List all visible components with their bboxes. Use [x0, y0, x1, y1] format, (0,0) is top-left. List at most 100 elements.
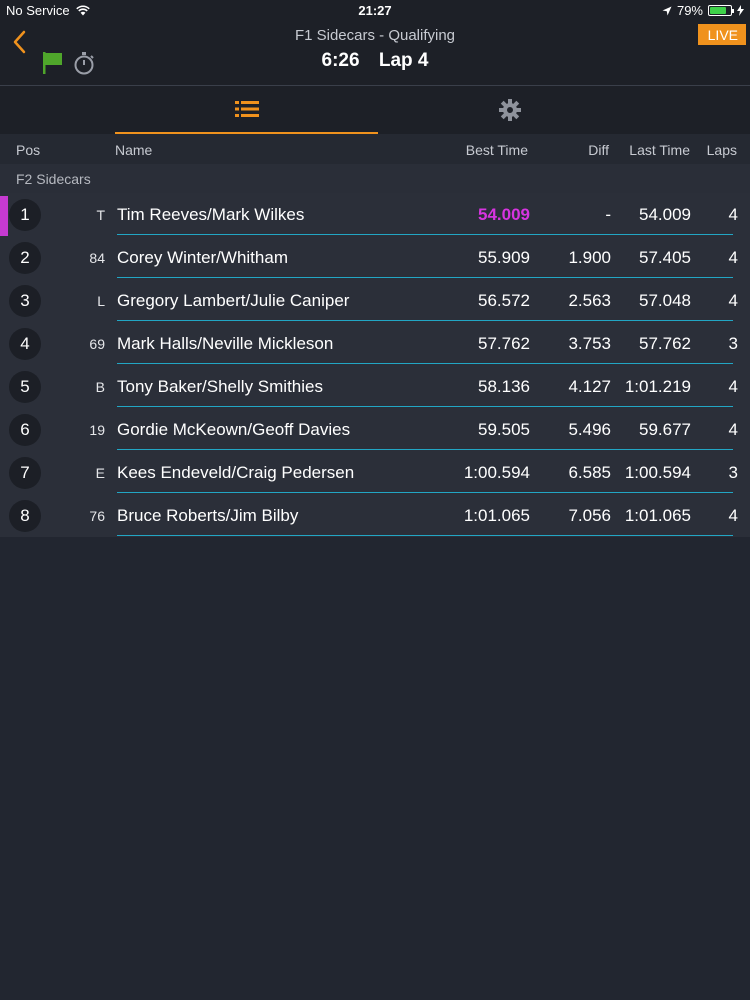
best-time: 56.572 — [478, 291, 530, 310]
race-number: 69 — [89, 336, 105, 352]
row-divider — [117, 277, 733, 278]
lap-count: 4 — [728, 506, 738, 525]
results-list: 1 T Tim Reeves/Mark Wilkes 54.009 - 54.0… — [0, 193, 750, 537]
lap-count: 3 — [728, 334, 738, 353]
driver-name: Tony Baker/Shelly Smithies — [117, 377, 323, 396]
lap-count: 4 — [728, 291, 738, 310]
position-badge: 8 — [9, 500, 41, 532]
col-pos[interactable]: Pos — [16, 142, 40, 158]
lap-count: 3 — [728, 463, 738, 482]
driver-name: Gordie McKeown/Geoff Davies — [117, 420, 351, 439]
last-time: 1:00.594 — [624, 463, 691, 482]
position-badge: 6 — [9, 414, 41, 446]
col-last-time[interactable]: Last Time — [629, 142, 690, 158]
time-remaining: 6:26 — [321, 50, 360, 71]
best-time: 57.762 — [478, 334, 530, 353]
race-number: 19 — [89, 422, 105, 438]
driver-name: Tim Reeves/Mark Wilkes — [117, 205, 305, 224]
table-row[interactable]: 7 E Kees Endeveld/Craig Pedersen 1:00.59… — [0, 451, 750, 494]
gap-diff: 1.900 — [568, 248, 611, 267]
position-badge: 1 — [9, 199, 41, 231]
last-time: 57.048 — [639, 291, 691, 310]
table-row[interactable]: 3 L Gregory Lambert/Julie Caniper 56.572… — [0, 279, 750, 322]
gap-diff: 7.056 — [568, 506, 611, 525]
last-time: 59.677 — [639, 420, 691, 439]
gap-diff: 2.563 — [568, 291, 611, 310]
battery-fill — [710, 7, 726, 14]
status-bar: No Service 21:27 79% — [0, 0, 750, 20]
row-divider — [117, 449, 733, 450]
race-number: L — [97, 293, 105, 309]
race-number: E — [95, 465, 105, 481]
position-badge: 2 — [9, 242, 41, 274]
fastest-lap-marker — [0, 196, 8, 236]
table-row[interactable]: 2 84 Corey Winter/Whitham 55.909 1.900 5… — [0, 236, 750, 279]
lap-count: 4 — [728, 205, 738, 224]
row-divider — [117, 320, 733, 321]
lap-counter: Lap 4 — [378, 50, 429, 71]
session-title: F1 Sidecars - Qualifying — [294, 27, 456, 44]
best-time: 59.505 — [478, 420, 530, 439]
col-best-time[interactable]: Best Time — [466, 142, 528, 158]
table-row[interactable]: 8 76 Bruce Roberts/Jim Bilby 1:01.065 7.… — [0, 494, 750, 537]
gap-diff: 4.127 — [568, 377, 611, 396]
list-icon — [234, 101, 259, 117]
row-divider — [117, 492, 733, 493]
live-badge[interactable]: LIVE — [697, 24, 746, 45]
best-time: 1:00.594 — [463, 463, 530, 482]
status-time: 21:27 — [358, 3, 392, 18]
driver-name: Mark Halls/Neville Mickleson — [117, 334, 334, 353]
gap-diff: 6.585 — [568, 463, 611, 482]
race-number: T — [96, 207, 105, 223]
session-clock: 6:26 Lap 4 — [0, 50, 750, 72]
session-header: F1 Sidecars - Qualifying 6:26 Lap 4 LIVE — [0, 20, 750, 86]
gap-diff: - — [605, 205, 611, 224]
results-column-header: Pos Name Best Time Diff Last Time Laps — [0, 134, 750, 164]
lap-count: 4 — [728, 377, 738, 396]
last-time: 57.405 — [639, 248, 691, 267]
race-number: B — [95, 379, 105, 395]
lap-count: 4 — [728, 248, 738, 267]
driver-name: Kees Endeveld/Craig Pedersen — [117, 463, 355, 482]
last-time: 57.762 — [639, 334, 691, 353]
position-badge: 7 — [9, 457, 41, 489]
driver-name: Bruce Roberts/Jim Bilby — [117, 506, 299, 525]
driver-name: Corey Winter/Whitham — [117, 248, 288, 267]
col-laps[interactable]: Laps — [707, 142, 737, 158]
battery-icon — [708, 5, 734, 16]
charging-bolt-icon — [737, 5, 744, 16]
best-time: 54.009 — [478, 205, 530, 224]
tab-settings[interactable] — [378, 86, 641, 134]
gear-icon — [498, 99, 521, 121]
row-divider — [117, 535, 733, 536]
row-divider — [117, 234, 733, 235]
table-row[interactable]: 5 B Tony Baker/Shelly Smithies 58.136 4.… — [0, 365, 750, 408]
best-time: 1:01.065 — [463, 506, 530, 525]
last-time: 54.009 — [639, 205, 691, 224]
race-number: 84 — [89, 250, 105, 266]
gap-diff: 3.753 — [568, 334, 611, 353]
tab-results-list[interactable] — [115, 86, 378, 134]
lap-count: 4 — [728, 420, 738, 439]
gap-diff: 5.496 — [568, 420, 611, 439]
status-right: 79% — [662, 3, 744, 18]
position-badge: 4 — [9, 328, 41, 360]
best-time: 55.909 — [478, 248, 530, 267]
col-diff[interactable]: Diff — [588, 142, 609, 158]
row-divider — [117, 406, 733, 407]
table-row[interactable]: 4 69 Mark Halls/Neville Mickleson 57.762… — [0, 322, 750, 365]
table-row[interactable]: 1 T Tim Reeves/Mark Wilkes 54.009 - 54.0… — [0, 193, 750, 236]
last-time: 1:01.219 — [624, 377, 691, 396]
last-time: 1:01.065 — [624, 506, 691, 525]
table-row[interactable]: 6 19 Gordie McKeown/Geoff Davies 59.505 … — [0, 408, 750, 451]
col-name[interactable]: Name — [115, 142, 152, 158]
race-number: 76 — [89, 508, 105, 524]
battery-percent: 79% — [676, 3, 703, 18]
driver-name: Gregory Lambert/Julie Caniper — [117, 291, 350, 310]
view-tabs — [0, 86, 750, 134]
position-badge: 5 — [9, 371, 41, 403]
row-divider — [117, 363, 733, 364]
location-arrow-icon — [662, 6, 672, 15]
best-time: 58.136 — [478, 377, 530, 396]
position-badge: 3 — [9, 285, 41, 317]
